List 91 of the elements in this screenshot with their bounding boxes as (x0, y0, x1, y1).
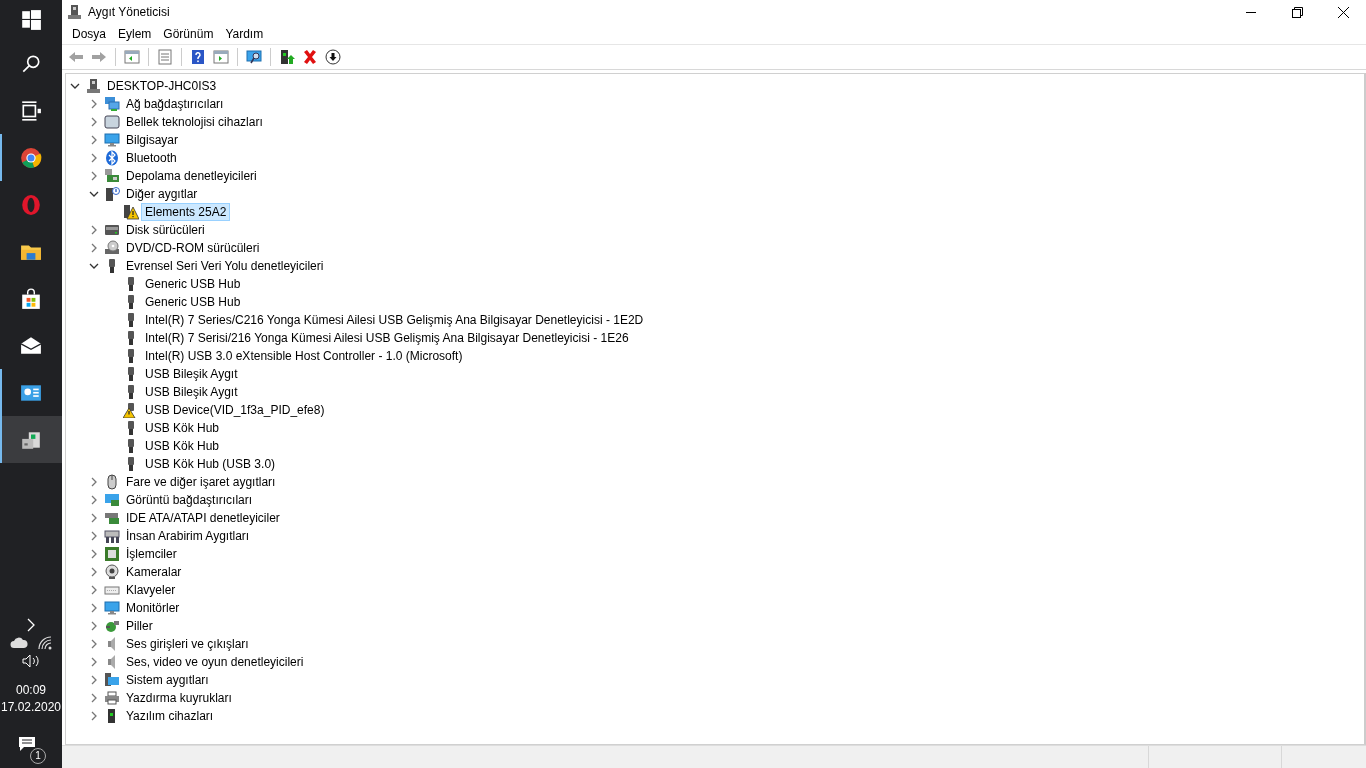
tree-item[interactable]: Bellek teknolojisi cihazları (122, 113, 267, 131)
shopping-bag-icon (20, 287, 42, 310)
tree-item[interactable]: Evrensel Seri Veri Yolu denetleyicileri (122, 257, 328, 275)
hid-device-icon (104, 528, 120, 544)
display-adapter-icon (104, 492, 120, 508)
tree-item[interactable]: Ağ bağdaştırıcıları (122, 95, 228, 113)
printer-icon (104, 690, 120, 706)
properties-icon (157, 49, 173, 65)
tree-item[interactable]: USB Bileşik Aygıt (141, 383, 242, 401)
tree-item[interactable]: Piller (122, 617, 157, 635)
browser-icon (20, 146, 42, 169)
battery-icon (104, 618, 120, 634)
processor-icon (104, 546, 120, 562)
tree-item[interactable]: Intel(R) USB 3.0 eXtensible Host Controller - 1.0 (Microsoft) (141, 347, 467, 365)
restore-icon (1291, 6, 1303, 18)
tree-item[interactable]: USB Bileşik Aygıt (141, 365, 242, 383)
tree-item[interactable]: Generic USB Hub (141, 275, 245, 293)
tree-item[interactable]: IDE ATA/ATAPI denetleyiciler (122, 509, 284, 527)
tree-item[interactable]: Intel(R) 7 Serisi/216 Yonga Kümesi Ailesi USB Gelişmiş Ana Bilgisayar Denetleyicisi - 1E26 (141, 329, 633, 347)
tree-item[interactable]: Yazdırma kuyrukları (122, 689, 236, 707)
menu-item[interactable]: Eylem (112, 25, 158, 43)
tree-item[interactable]: Bilgisayar (122, 131, 183, 149)
tree-item[interactable]: Fare ve diğer işaret aygıtları (122, 473, 280, 491)
tree-item[interactable]: DESKTOP-JHC0IS3 (103, 77, 221, 95)
storage-controller-icon (104, 168, 120, 184)
tree-item[interactable]: İnsan Arabirim Aygıtları (122, 527, 254, 545)
task-view-icon (20, 99, 42, 122)
help-icon (190, 49, 206, 65)
action-pane-icon (213, 49, 229, 65)
tree-item[interactable]: USB Device(VID_1f3a_PID_efe8) (141, 401, 329, 419)
ide-controller-icon (104, 510, 120, 526)
menu-item[interactable]: Yardım (219, 25, 270, 43)
tree-item[interactable]: Kameralar (122, 563, 186, 581)
mouse-icon (104, 474, 120, 490)
uninstall-cross-icon (302, 49, 318, 65)
tree-item[interactable]: Klavyeler (122, 581, 180, 599)
speaker-icon[interactable] (22, 654, 40, 668)
tree-item[interactable]: USB Kök Hub (141, 437, 224, 455)
bluetooth-icon (104, 150, 120, 166)
taskbar-button[interactable] (0, 416, 62, 463)
disc-drive-icon (104, 240, 120, 256)
monitor-icon (104, 132, 120, 148)
tree-item[interactable]: Ses girişleri ve çıkışları (122, 635, 253, 653)
toolbar-button[interactable] (323, 47, 343, 67)
monitor-icon (104, 600, 120, 616)
close-icon (1337, 6, 1349, 18)
notification-count: 1 (30, 748, 46, 764)
update-driver-icon (279, 49, 295, 65)
webcam-icon (104, 564, 120, 580)
tree-item[interactable]: Monitörler (122, 599, 184, 617)
minimize-icon (1246, 11, 1256, 13)
chevron-right-icon[interactable] (26, 618, 36, 632)
notification-button[interactable]: 1 (18, 736, 44, 762)
computer-icon (66, 4, 82, 20)
cloud-icon[interactable] (10, 637, 28, 649)
unknown-device-icon (104, 186, 120, 202)
tree-item[interactable]: Elements 25A2 (141, 203, 231, 221)
tree-item[interactable]: USB Kök Hub (USB 3.0) (141, 455, 280, 473)
tree-item[interactable]: Sistem aygıtları (122, 671, 213, 689)
tree-item[interactable]: İşlemciler (122, 545, 181, 563)
tree-item[interactable]: Bluetooth (122, 149, 181, 167)
warning-device-icon (123, 204, 139, 220)
opera-icon (20, 193, 42, 216)
forward-arrow-icon (91, 49, 107, 65)
tree-item[interactable]: Intel(R) 7 Series/C216 Yonga Kümesi Ailesi USB Gelişmiş Ana Bilgisayar Denetleyicisi - 1E2D (141, 311, 648, 329)
tree-item[interactable]: DVD/CD-ROM sürücüleri (122, 239, 264, 257)
menu-item[interactable]: Görünüm (157, 25, 220, 43)
console-tree-icon (124, 49, 140, 65)
clock-date[interactable]: 17.02.2020 (0, 699, 62, 716)
computer-icon (85, 78, 101, 94)
tree-item[interactable]: Generic USB Hub (141, 293, 245, 311)
disk-drive-icon (104, 222, 120, 238)
tree-item[interactable]: Yazılım cihazları (122, 707, 218, 725)
message-icon (18, 736, 36, 752)
tree-item[interactable]: Diğer aygıtlar (122, 185, 202, 203)
system-device-icon (104, 672, 120, 688)
network-adapter-icon (104, 96, 120, 112)
tree-item[interactable]: Ses, video ve oyun denetleyicileri (122, 653, 308, 671)
scan-monitor-icon (246, 49, 262, 65)
back-arrow-icon (68, 49, 84, 65)
tree-item[interactable]: USB Kök Hub (141, 419, 224, 437)
down-arrow-circle-icon (325, 49, 341, 65)
memory-device-icon (104, 114, 120, 130)
window-title: Aygıt Yöneticisi (88, 5, 170, 19)
wifi-icon[interactable] (38, 636, 52, 650)
menu-item[interactable]: Dosya (66, 25, 112, 43)
clock-time[interactable]: 00:09 (16, 682, 46, 699)
tree-item[interactable]: Görüntü bağdaştırıcıları (122, 491, 257, 509)
tree-item[interactable]: Depolama denetleyicileri (122, 167, 261, 185)
tree-item[interactable]: Disk sürücüleri (122, 221, 209, 239)
windows-logo-icon (20, 9, 42, 31)
